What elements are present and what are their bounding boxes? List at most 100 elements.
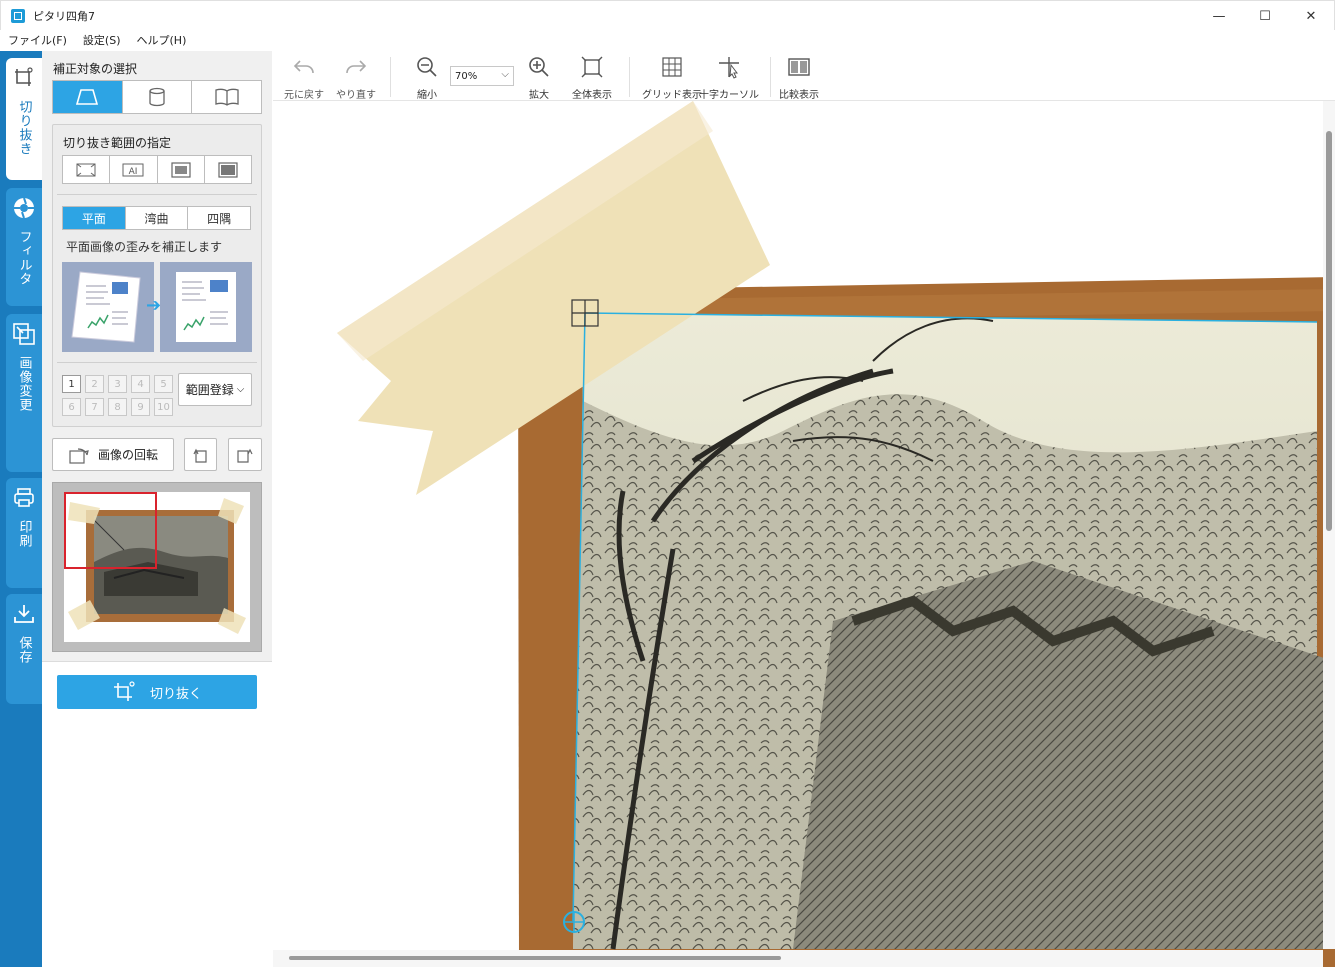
before-illustration	[62, 262, 154, 352]
grid-toggle-button[interactable]: グリッド表示	[642, 55, 702, 101]
app-logo-icon	[11, 8, 25, 23]
crop-button[interactable]: 切り抜く	[57, 675, 257, 709]
redo-button[interactable]: やり直す	[336, 55, 376, 101]
fit-screen-icon	[581, 56, 603, 78]
fill-rect-icon	[218, 161, 238, 178]
range-slot-7[interactable]: 7	[85, 398, 104, 416]
rail-tab-image-change[interactable]: 画像変更	[6, 314, 42, 472]
crop-range-title: 切り抜き範囲の指定	[63, 136, 172, 150]
crop-panel: 補正対象の選択 切り抜き範囲の指定 AI 平面 湾曲 四隅 平面画像の歪みを補正…	[42, 51, 272, 967]
tab-curved[interactable]: 湾曲	[126, 207, 189, 229]
horizontal-scroll-thumb[interactable]	[289, 956, 781, 960]
horizontal-scrollbar[interactable]	[273, 950, 1323, 967]
navigator-thumbnail[interactable]	[52, 482, 262, 652]
fit-view-label: 全体表示	[572, 90, 612, 101]
range-slot-10[interactable]: 10	[154, 398, 173, 416]
rotate-image-label: 画像の回転	[97, 448, 158, 462]
rail-tab-crop[interactable]: 切り抜き	[6, 58, 42, 180]
toolbar-divider	[770, 57, 771, 97]
frame-select-button[interactable]	[158, 156, 205, 183]
mode-description: 平面画像の歪みを補正します	[66, 240, 223, 254]
undo-button[interactable]: 元に戻す	[284, 55, 324, 101]
undo-icon	[293, 60, 314, 74]
range-slot-9[interactable]: 9	[131, 398, 150, 416]
maximize-button[interactable]: ☐	[1242, 1, 1288, 31]
tab-four-corners[interactable]: 四隅	[188, 207, 250, 229]
svg-text:AI: AI	[129, 167, 138, 177]
target-selector	[52, 80, 262, 114]
rotate-right-button[interactable]	[228, 438, 262, 471]
range-slot-1[interactable]: 1	[62, 375, 81, 393]
ai-detect-button[interactable]: AI	[110, 156, 158, 183]
chevron-down-icon: ⌵	[236, 384, 245, 395]
crop-icon	[15, 67, 33, 86]
menu-bar: ファイル(F) 設定(S) ヘルプ(H)	[0, 30, 1335, 50]
grid-label: グリッド表示	[642, 90, 702, 101]
range-slot-2[interactable]: 2	[85, 375, 104, 393]
target-flat-button[interactable]	[53, 81, 123, 113]
rail-tab-filter[interactable]: フィルタ	[6, 188, 42, 306]
minimize-button[interactable]: —	[1196, 1, 1242, 31]
menu-help[interactable]: ヘルプ(H)	[129, 32, 195, 48]
target-book-button[interactable]	[192, 81, 261, 113]
toolbar: 元に戻す やり直す 縮小 70% ⌵ 拡大 全体表示 グリッド表示 十字カーソル…	[273, 51, 1335, 101]
rotate-right-icon	[237, 448, 253, 463]
tab-flat[interactable]: 平面	[63, 207, 126, 229]
range-slot-6[interactable]: 6	[62, 398, 81, 416]
divider	[57, 362, 257, 363]
crop-button-label: 切り抜く	[149, 686, 202, 702]
range-slot-4[interactable]: 4	[131, 375, 150, 393]
zoom-level-select[interactable]: 70% ⌵	[450, 66, 514, 86]
undo-label: 元に戻す	[284, 90, 324, 101]
vertical-scroll-thumb[interactable]	[1326, 131, 1332, 531]
correction-mode-tabs: 平面 湾曲 四隅	[62, 206, 251, 230]
download-icon	[14, 605, 34, 623]
zoom-in-icon	[529, 57, 549, 77]
crosshair-toggle-button[interactable]: 十字カーソル	[699, 55, 759, 101]
fit-view-button[interactable]: 全体表示	[572, 55, 612, 101]
zoom-out-button[interactable]: 縮小	[415, 55, 439, 101]
toolbar-divider	[629, 57, 630, 97]
rail-tab-save[interactable]: 保存	[6, 594, 42, 704]
divider	[57, 194, 257, 195]
auto-detect-button[interactable]	[63, 156, 111, 183]
after-illustration	[160, 262, 252, 352]
rotate-left-button[interactable]	[184, 438, 217, 471]
rail-tab-print[interactable]: 印刷	[6, 478, 42, 588]
toolbar-divider	[390, 57, 391, 97]
register-range-dropdown[interactable]: 範囲登録 ⌵	[178, 373, 252, 406]
range-slot-5[interactable]: 5	[154, 375, 173, 393]
chevron-down-icon: ⌵	[501, 69, 509, 80]
redo-label: やり直す	[336, 90, 376, 101]
menu-file[interactable]: ファイル(F)	[0, 32, 75, 48]
zoom-in-button[interactable]: 拡大	[527, 55, 551, 101]
scissors-crop-icon	[113, 681, 135, 701]
rail-label-crop: 切り抜き	[16, 100, 32, 156]
grid-icon	[662, 57, 682, 77]
zoom-level-value: 70%	[455, 70, 478, 82]
range-slot-8[interactable]: 8	[108, 398, 127, 416]
compare-view-button[interactable]: 比較表示	[779, 55, 819, 101]
range-slot-3[interactable]: 3	[108, 375, 127, 393]
zoom-in-label: 拡大	[529, 90, 549, 101]
compare-icon	[788, 58, 810, 76]
menu-settings[interactable]: 設定(S)	[75, 32, 129, 48]
rotate-left-icon	[192, 448, 207, 463]
cylinder-icon	[149, 87, 165, 107]
compare-label: 比較表示	[779, 90, 819, 101]
rotate-image-button[interactable]: 画像の回転	[52, 438, 174, 471]
target-cylinder-button[interactable]	[123, 81, 193, 113]
rail-label-print: 印刷	[16, 520, 32, 548]
full-select-button[interactable]	[205, 156, 251, 183]
image-canvas[interactable]	[273, 101, 1335, 967]
panel-bottom: 切り抜く	[42, 661, 272, 967]
rail-label-save: 保存	[16, 636, 32, 664]
zoom-out-label: 縮小	[417, 90, 437, 101]
printer-icon	[14, 488, 34, 507]
title-bar: ピタリ四角7 — ☐ ✕	[0, 0, 1335, 30]
trapezoid-icon	[76, 89, 99, 105]
close-button[interactable]: ✕	[1288, 1, 1334, 31]
redo-icon	[346, 60, 367, 74]
rail-label-filter: フィルタ	[16, 230, 32, 286]
vertical-scrollbar[interactable]	[1323, 101, 1335, 949]
